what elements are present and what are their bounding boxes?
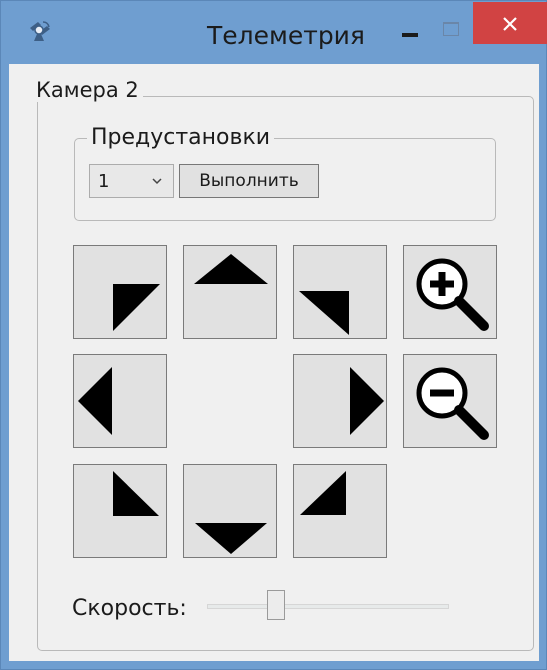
minimize-button[interactable] <box>399 13 425 43</box>
speed-slider[interactable] <box>207 604 449 609</box>
pan-up-left-button[interactable] <box>73 245 167 339</box>
camera-group-legend: Камера 2 <box>32 78 143 102</box>
maximize-icon <box>443 22 459 36</box>
preset-select-value: 1 <box>98 171 110 192</box>
arrow-up-right-icon <box>299 291 349 335</box>
pan-left-button[interactable] <box>73 354 167 448</box>
arrow-left-icon <box>78 367 112 435</box>
chevron-down-icon <box>152 178 162 185</box>
window-client-area: Камера 2 Предустановки 1 Выполнить Скоро… <box>9 64 539 661</box>
zoom-in-icon <box>416 258 489 331</box>
arrow-down-left-icon <box>113 471 159 516</box>
execute-preset-button[interactable]: Выполнить <box>179 164 319 198</box>
zoom-in-button[interactable] <box>403 245 497 339</box>
speed-slider-thumb[interactable] <box>267 590 286 620</box>
tilt-up-button[interactable] <box>183 245 277 339</box>
arrow-up-icon <box>194 254 268 284</box>
pan-right-button[interactable] <box>293 354 387 448</box>
arrow-right-icon <box>350 367 384 435</box>
pan-down-left-button[interactable] <box>73 464 167 558</box>
arrow-up-left-icon <box>113 284 160 331</box>
close-icon <box>503 17 517 31</box>
maximize-button[interactable] <box>439 13 469 43</box>
zoom-out-button[interactable] <box>403 354 497 448</box>
close-button[interactable] <box>473 2 547 44</box>
minimize-icon <box>402 33 418 37</box>
tilt-down-button[interactable] <box>183 464 277 558</box>
preset-select[interactable]: 1 <box>89 164 174 198</box>
arrow-down-right-icon <box>300 471 346 515</box>
pan-up-right-button[interactable] <box>293 245 387 339</box>
telemetry-window: Телеметрия Камера 2 Предустановки 1 Выпо… <box>0 0 547 670</box>
arrow-down-icon <box>195 523 267 554</box>
speed-label: Скорость: <box>72 596 187 621</box>
pan-down-right-button[interactable] <box>293 464 387 558</box>
presets-group-legend: Предустановки <box>87 126 275 150</box>
title-bar[interactable]: Телеметрия <box>1 1 547 61</box>
zoom-out-icon <box>416 367 489 440</box>
